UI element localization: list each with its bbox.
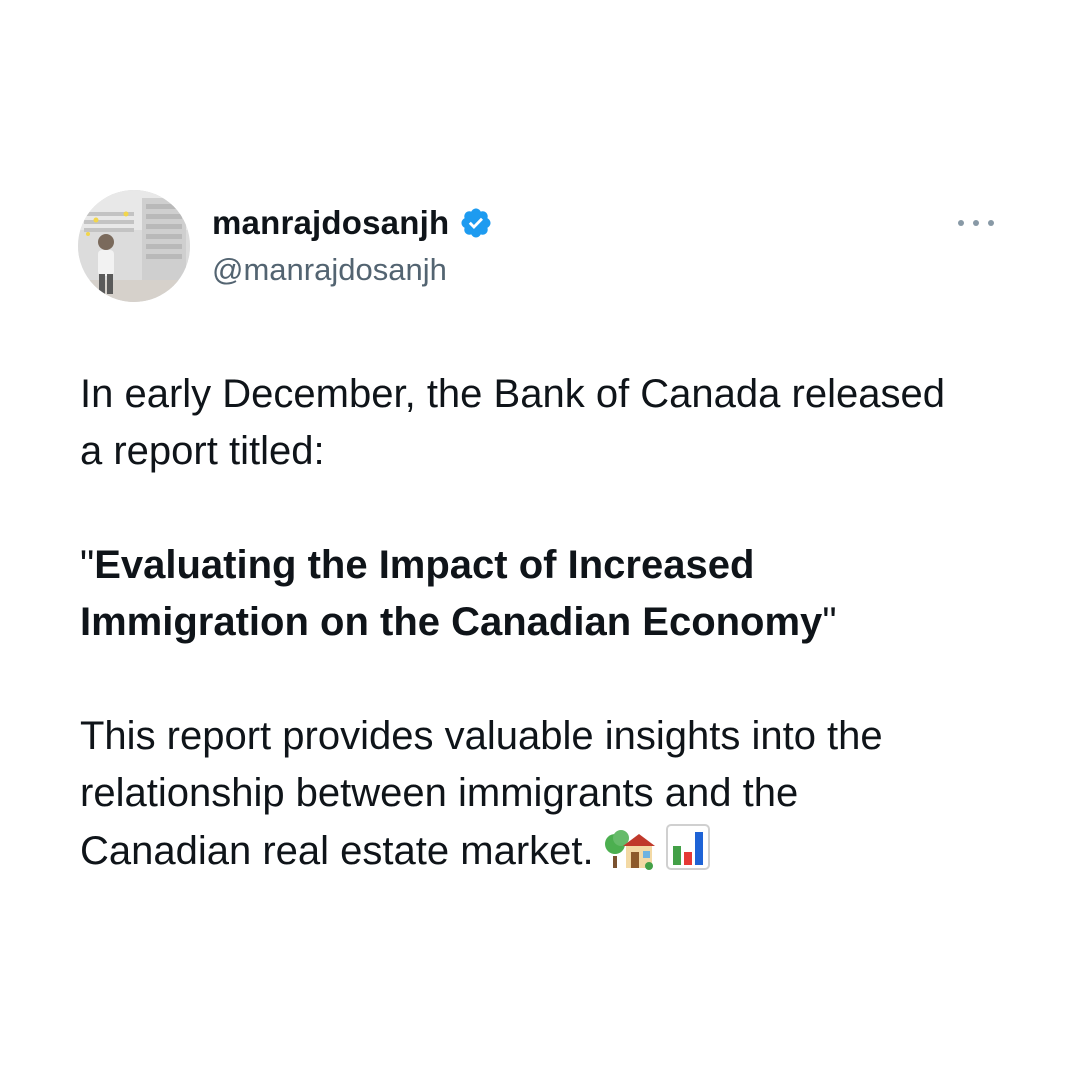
verified-badge-icon <box>459 206 493 240</box>
author-handle[interactable]: @manrajdosanjh <box>212 252 447 288</box>
body-line-1: This report provides valuable insights i… <box>80 714 883 758</box>
body-line-2: relationship between immigrants and the <box>80 771 799 815</box>
more-dot-icon <box>958 220 964 226</box>
more-options-button[interactable] <box>958 213 994 233</box>
intro-line-2: a report titled: <box>80 429 325 473</box>
quote-close: " <box>822 600 837 644</box>
bar-chart-icon <box>665 824 710 886</box>
report-title-line-2: Immigration on the Canadian Economy" <box>80 594 1020 651</box>
house-with-garden-icon <box>604 822 655 886</box>
body-line-3-text: Canadian real estate market. <box>80 829 594 873</box>
report-title-part-2: Immigration on the Canadian Economy <box>80 600 823 644</box>
report-title-line-1: "Evaluating the Impact of Increased <box>80 537 1020 594</box>
report-title-part-1: Evaluating the Impact of Increased <box>94 543 755 587</box>
intro-line-1: In early December, the Bank of Canada re… <box>80 372 945 416</box>
avatar[interactable] <box>78 190 190 302</box>
display-name[interactable]: manrajdosanjh <box>212 204 449 242</box>
avatar-photo-icon <box>78 190 190 302</box>
post-card: manrajdosanjh @manrajdosanjh In early De… <box>0 0 1080 1080</box>
more-dot-icon <box>973 220 979 226</box>
author-name-row[interactable]: manrajdosanjh <box>212 204 493 242</box>
body-line-3: Canadian real estate market. <box>80 822 1020 886</box>
more-dot-icon <box>988 220 994 226</box>
quote-open: " <box>80 543 95 587</box>
post-text: In early December, the Bank of Canada re… <box>80 366 1020 886</box>
